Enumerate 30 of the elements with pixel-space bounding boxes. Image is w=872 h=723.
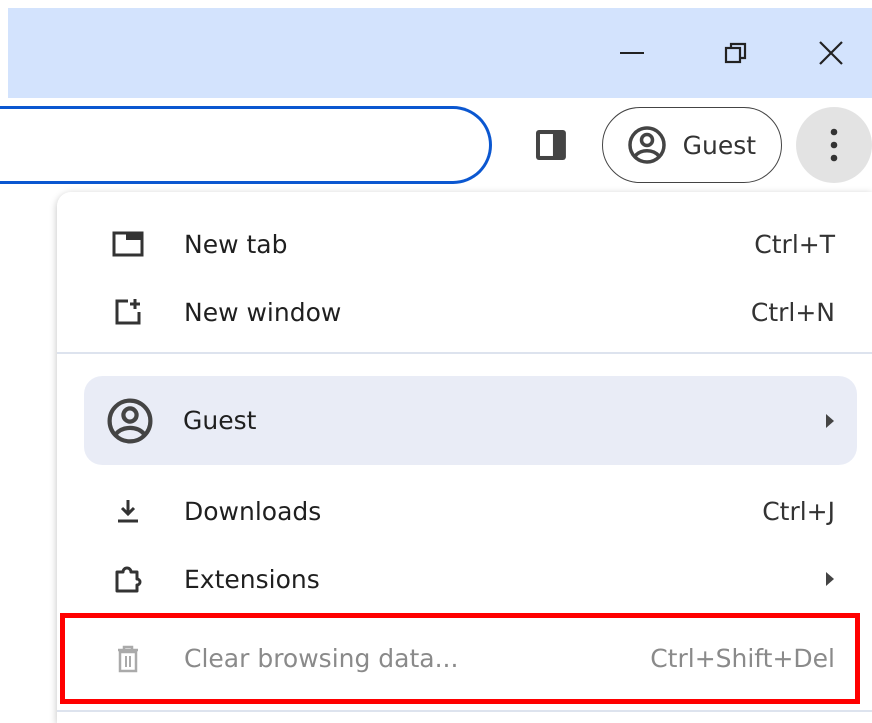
- shortcut-text: Ctrl+Shift+Del: [650, 644, 835, 673]
- menu-item-label: Clear browsing data...: [184, 644, 460, 673]
- submenu-arrow-icon: [825, 571, 835, 587]
- more-icon: [830, 128, 838, 162]
- shortcut-text: Ctrl+N: [750, 298, 835, 326]
- menu-item-label: Extensions: [184, 564, 321, 594]
- menu-item-label: Downloads: [184, 496, 322, 526]
- address-field[interactable]: [0, 106, 492, 184]
- menu-item[interactable]: New window Ctrl+N: [57, 278, 872, 346]
- shortcut-text: Ctrl+T: [754, 230, 835, 258]
- menu-item[interactable]: Extensions: [57, 545, 872, 613]
- shortcut-text: Ctrl+J: [762, 496, 835, 526]
- submenu-arrow-icon: [825, 412, 835, 428]
- puzzle-icon: [113, 564, 143, 594]
- trash-icon: [116, 644, 140, 672]
- tab-icon: [112, 231, 144, 257]
- restore-icon[interactable]: [724, 41, 748, 65]
- menu-item[interactable]: Guest: [84, 376, 857, 465]
- new-window-icon: [114, 298, 142, 326]
- menu-item-label: Guest: [183, 406, 258, 435]
- menu-item[interactable]: Downloads Ctrl+J: [57, 477, 872, 545]
- menu-item[interactable]: New tab Ctrl+T: [57, 210, 872, 278]
- close-icon[interactable]: [818, 40, 844, 66]
- profile-icon: [106, 396, 154, 444]
- profile-icon: [626, 125, 667, 165]
- menu-item-label: New tab: [184, 230, 288, 258]
- profile-button[interactable]: Guest: [602, 107, 782, 183]
- download-icon: [115, 498, 141, 524]
- menu-item-label: New window: [184, 298, 342, 326]
- side-panel-icon[interactable]: [534, 128, 568, 162]
